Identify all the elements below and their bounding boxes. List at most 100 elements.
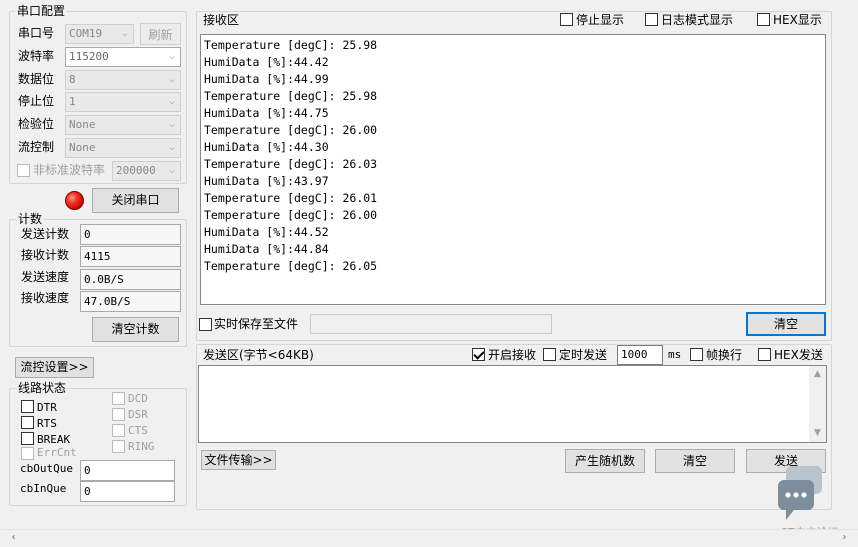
- scroll-up-icon[interactable]: ▲: [809, 366, 826, 383]
- send-scrollbar[interactable]: ▲ ▼: [809, 366, 826, 442]
- stopbits-value: 1: [69, 95, 76, 108]
- log-mode-label: 日志模式显示: [661, 13, 734, 27]
- horizontal-scrollbar[interactable]: ‹ ›: [0, 529, 858, 546]
- flow-label: 流控制: [18, 140, 55, 154]
- recv-count-field: 4115: [80, 246, 181, 267]
- baud-value: 115200: [69, 50, 109, 63]
- send-speed-label: 发送速度: [21, 270, 70, 284]
- receive-title: 接收区: [203, 13, 240, 27]
- recv-speed-label: 接收速度: [21, 291, 70, 305]
- receive-line: Temperature [degC]: 26.00: [204, 123, 378, 137]
- receive-line: HumiData [%]:44.99: [204, 72, 329, 86]
- port-label: 串口号: [18, 26, 55, 40]
- save-file-path-field[interactable]: [310, 314, 552, 334]
- chevron-down-icon: ⌵: [169, 97, 175, 107]
- stop-display-label: 停止显示: [576, 13, 625, 27]
- custom-baud-select[interactable]: 200000 ⌵: [112, 161, 181, 181]
- clear-send-button[interactable]: 清空: [655, 449, 735, 473]
- dtr-checkbox[interactable]: [21, 400, 34, 413]
- line-status-title: 线路状态: [16, 381, 69, 395]
- log-mode-checkbox[interactable]: [645, 13, 658, 26]
- custom-baud-checkbox[interactable]: [17, 164, 30, 177]
- forum-chat-icon: [778, 466, 822, 520]
- flow-value: None: [69, 141, 96, 154]
- receive-line: Temperature [degC]: 26.03: [204, 157, 378, 171]
- chevron-down-icon: ⌵: [169, 143, 175, 153]
- stopbits-select[interactable]: 1 ⌵: [65, 92, 181, 112]
- chevron-down-icon: ⌵: [169, 52, 175, 62]
- interval-unit: ms: [668, 348, 682, 361]
- close-port-button[interactable]: 关闭串口: [92, 188, 179, 213]
- send-title: 发送区(字节<64KB): [203, 348, 314, 362]
- save-to-file-label: 实时保存至文件: [214, 317, 299, 331]
- errcnt-indicator: [21, 447, 34, 460]
- send-textarea[interactable]: ▲ ▼: [198, 365, 827, 443]
- frame-newline-label: 帧换行: [706, 348, 743, 362]
- recv-count-label: 接收计数: [21, 248, 70, 262]
- hex-display-label: HEX显示: [773, 13, 822, 27]
- ring-indicator: [112, 440, 125, 453]
- cts-indicator: [112, 424, 125, 437]
- parity-value: None: [69, 118, 96, 131]
- custom-baud-label: 非标准波特率: [33, 163, 106, 177]
- enable-recv-checkbox[interactable]: [472, 348, 485, 361]
- counter-title: 计数: [16, 212, 45, 226]
- flow-select[interactable]: None ⌵: [65, 138, 181, 158]
- receive-line: HumiData [%]:44.30: [204, 140, 329, 154]
- ring-label: RING: [128, 440, 155, 453]
- chevron-down-icon: ⌵: [169, 166, 175, 176]
- send-speed-field: 0.0B/S: [80, 269, 181, 290]
- port-select[interactable]: COM19 ⌵: [65, 24, 134, 44]
- parity-select[interactable]: None ⌵: [65, 115, 181, 135]
- random-button[interactable]: 产生随机数: [565, 449, 645, 473]
- receive-line: HumiData [%]:44.75: [204, 106, 329, 120]
- send-count-field: 0: [80, 224, 181, 245]
- hex-send-checkbox[interactable]: [758, 348, 771, 361]
- baud-label: 波特率: [18, 49, 55, 63]
- enable-recv-label: 开启接收: [488, 348, 537, 362]
- clear-receive-button[interactable]: 清空: [746, 312, 826, 336]
- receive-line: Temperature [degC]: 25.98: [204, 89, 378, 103]
- stopbits-label: 停止位: [18, 94, 55, 108]
- break-checkbox[interactable]: [21, 432, 34, 445]
- receive-line: HumiData [%]:44.42: [204, 55, 329, 69]
- timed-send-checkbox[interactable]: [543, 348, 556, 361]
- chevron-down-icon: ⌵: [169, 75, 175, 85]
- databits-value: 8: [69, 73, 76, 86]
- receive-line: Temperature [degC]: 25.98: [204, 38, 378, 52]
- custom-baud-value: 200000: [116, 164, 156, 177]
- receive-textarea[interactable]: Temperature [degC]: 25.98 HumiData [%]:44…: [200, 34, 826, 305]
- databits-select[interactable]: 8 ⌵: [65, 70, 181, 90]
- refresh-button[interactable]: 刷新: [140, 23, 181, 45]
- scroll-down-icon[interactable]: ▼: [809, 425, 826, 442]
- port-config-title: 串口配置: [15, 4, 68, 18]
- hex-send-label: HEX发送: [774, 348, 823, 362]
- frame-newline-checkbox[interactable]: [690, 348, 703, 361]
- cbout-label: cbOutQue: [20, 462, 73, 475]
- scroll-right-icon[interactable]: ›: [836, 530, 853, 547]
- dsr-indicator: [112, 408, 125, 421]
- chevron-down-icon: ⌵: [169, 120, 175, 130]
- hex-display-checkbox[interactable]: [757, 13, 770, 26]
- interval-input[interactable]: 1000: [617, 345, 663, 365]
- stop-display-checkbox[interactable]: [560, 13, 573, 26]
- cbin-label: cbInQue: [20, 482, 67, 495]
- receive-line: HumiData [%]:44.84: [204, 242, 329, 256]
- recv-speed-field: 47.0B/S: [80, 291, 181, 312]
- clear-count-button[interactable]: 清空计数: [92, 317, 179, 342]
- receive-line: Temperature [degC]: 26.05: [204, 259, 378, 273]
- rts-checkbox[interactable]: [21, 416, 34, 429]
- receive-line: Temperature [degC]: 26.00: [204, 208, 378, 222]
- cbout-field: 0: [80, 460, 175, 481]
- scroll-left-icon[interactable]: ‹: [5, 530, 22, 547]
- baud-select[interactable]: 115200 ⌵: [65, 47, 181, 67]
- receive-line: HumiData [%]:43.97: [204, 174, 329, 188]
- dcd-indicator: [112, 392, 125, 405]
- save-to-file-checkbox[interactable]: [199, 318, 212, 331]
- flow-settings-button[interactable]: 流控设置>>: [15, 357, 94, 378]
- databits-label: 数据位: [18, 72, 55, 86]
- chevron-down-icon: ⌵: [122, 29, 128, 39]
- file-transfer-button[interactable]: 文件传输>>: [201, 450, 276, 470]
- port-status-led-icon: [65, 191, 84, 210]
- timed-send-label: 定时发送: [559, 348, 608, 362]
